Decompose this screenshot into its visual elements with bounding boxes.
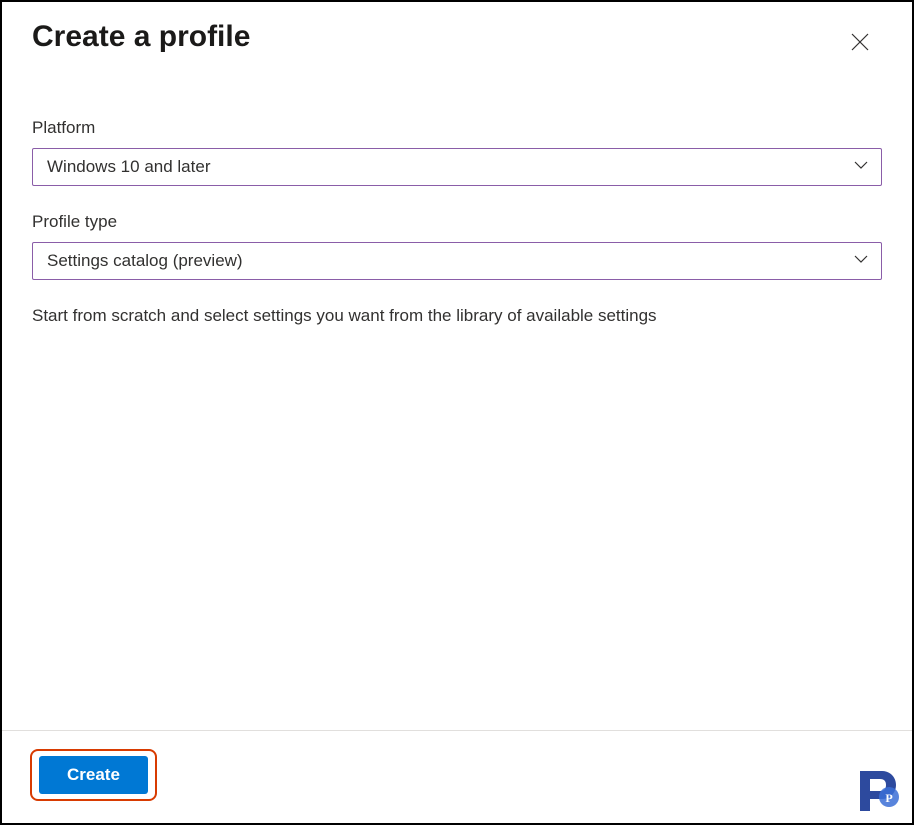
create-profile-panel: Create a profile Platform Windows 10 and… bbox=[0, 0, 914, 825]
profile-type-field-group: Profile type Settings catalog (preview) bbox=[32, 212, 882, 280]
svg-text:P: P bbox=[885, 791, 892, 805]
chevron-down-icon bbox=[853, 157, 869, 178]
close-icon bbox=[851, 33, 869, 51]
platform-dropdown[interactable]: Windows 10 and later bbox=[32, 148, 882, 186]
profile-type-label: Profile type bbox=[32, 212, 882, 232]
platform-field-group: Platform Windows 10 and later bbox=[32, 118, 882, 186]
panel-header: Create a profile bbox=[2, 2, 912, 56]
close-button[interactable] bbox=[846, 28, 874, 56]
profile-type-dropdown-value: Settings catalog (preview) bbox=[47, 251, 243, 271]
panel-footer: Create bbox=[2, 730, 912, 823]
create-button-highlight: Create bbox=[30, 749, 157, 801]
create-button[interactable]: Create bbox=[39, 756, 148, 794]
watermark-logo: P bbox=[854, 767, 902, 815]
platform-label: Platform bbox=[32, 118, 882, 138]
profile-type-dropdown[interactable]: Settings catalog (preview) bbox=[32, 242, 882, 280]
platform-dropdown-value: Windows 10 and later bbox=[47, 157, 210, 177]
profile-type-description: Start from scratch and select settings y… bbox=[32, 306, 882, 326]
panel-content: Platform Windows 10 and later Profile ty… bbox=[2, 56, 912, 730]
panel-title: Create a profile bbox=[32, 20, 250, 54]
chevron-down-icon bbox=[853, 251, 869, 272]
